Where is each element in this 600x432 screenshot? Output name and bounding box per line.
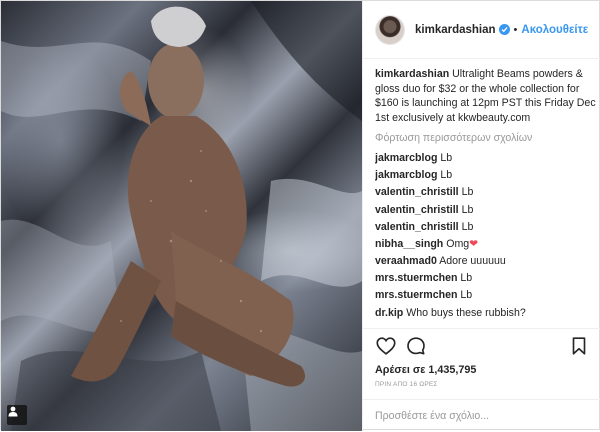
comment-text: Lb <box>461 220 474 233</box>
bookmark-icon[interactable] <box>568 335 590 357</box>
comment-username[interactable]: mrs.stuermchen <box>375 272 457 284</box>
comment-text: Adore uuuuuu <box>439 255 506 268</box>
comment-username[interactable]: mrs.stuermchen <box>375 289 457 301</box>
comment-username[interactable]: jakmarcblog <box>375 152 437 164</box>
comment-item: valentin_christill Lb <box>375 185 597 200</box>
comments-list[interactable]: kimkardashian Ultralight Beams powders &… <box>375 67 597 325</box>
caption-username[interactable]: kimkardashian <box>375 68 449 80</box>
comment-username[interactable]: veraahmad0 <box>375 255 437 267</box>
action-icons-row <box>375 335 590 359</box>
post-photo[interactable] <box>1 1 362 431</box>
comment-text: Who buys these rubbish? <box>406 306 526 319</box>
load-more-comments-link[interactable]: Φόρτωση περισσότερων σχολίων <box>375 131 597 146</box>
comment-item: jakmarcblog Lb <box>375 151 597 166</box>
comment-text: Lb <box>440 169 453 182</box>
instagram-post-modal: kimkardashian • Ακολουθείτε kimkardashia… <box>0 0 600 431</box>
comment-text: Lb <box>460 289 473 302</box>
comment-username[interactable]: valentin_christill <box>375 221 459 233</box>
comment-text: Omg❤ <box>446 237 479 250</box>
photo-illustration <box>1 1 362 431</box>
post-details-panel: kimkardashian • Ακολουθείτε kimkardashia… <box>362 1 600 431</box>
post-timestamp: ΠΡΙΝ ΑΠΟ 16 ΩΡΕΣ <box>375 381 438 388</box>
comment-text: Lb <box>440 151 453 164</box>
heart-icon[interactable] <box>375 335 397 357</box>
comment-username[interactable]: jakmarcblog <box>375 169 437 181</box>
comment-username[interactable]: nibha__singh <box>375 238 443 250</box>
heart-emoji-icon: ❤ <box>469 237 479 250</box>
add-comment-input[interactable] <box>375 408 575 424</box>
comment-item: valentin_christill Lb <box>375 220 597 235</box>
comment-username[interactable]: valentin_christill <box>375 204 459 216</box>
comment-item: mrs.stuermchen Lb <box>375 288 597 303</box>
post-actions: Αρέσει σε 1,435,795 ΠΡΙΝ ΑΠΟ 16 ΩΡΕΣ <box>363 328 600 431</box>
header-separator: • <box>513 23 518 36</box>
user-tag-icon[interactable] <box>7 405 27 425</box>
avatar[interactable] <box>375 14 405 45</box>
likes-count[interactable]: Αρέσει σε 1,435,795 <box>375 364 476 376</box>
comment-username[interactable]: valentin_christill <box>375 186 459 198</box>
comment-username[interactable]: dr.kip <box>375 307 403 319</box>
author-username[interactable]: kimkardashian <box>415 24 496 36</box>
verified-badge-icon <box>498 24 510 35</box>
comment-item: jakmarcblog Lb <box>375 168 597 183</box>
post-header: kimkardashian • Ακολουθείτε <box>363 1 600 59</box>
comment-text: Lb <box>461 186 474 199</box>
add-comment-bar <box>363 399 600 432</box>
comment-item: mrs.stuermchen Lb <box>375 271 597 286</box>
comment-bubble-icon[interactable] <box>405 335 427 357</box>
comment-item: dr.kip Who buys these rubbish? <box>375 306 597 321</box>
comment-text: Lb <box>460 272 473 285</box>
post-caption: kimkardashian Ultralight Beams powders &… <box>375 67 597 125</box>
comment-item: valentin_christill Lb <box>375 203 597 218</box>
comment-item: veraahmad0 Adore uuuuuu <box>375 254 597 269</box>
comment-item: nibha__singh Omg❤ <box>375 237 597 252</box>
comment-text: Lb <box>461 203 474 216</box>
following-button[interactable]: Ακολουθείτε <box>521 24 588 36</box>
